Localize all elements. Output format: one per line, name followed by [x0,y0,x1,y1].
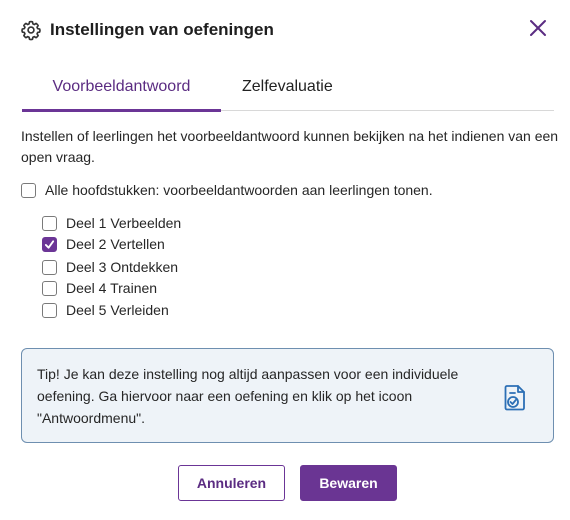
tab-zelfevaluatie[interactable]: Zelfevaluatie [242,78,333,109]
close-icon[interactable] [526,16,550,40]
chapter-checkbox[interactable] [42,259,57,275]
dialog-title: Instellingen van oefeningen [50,20,274,39]
all-chapters-checkbox-row[interactable]: Alle hoofdstukken: voorbeeldantwoorden a… [21,182,433,198]
chapter-label: Deel 2 Vertellen [66,236,165,252]
chapter-checkbox-row[interactable]: Deel 5 Verleiden [42,302,169,318]
all-chapters-label: Alle hoofdstukken: voorbeeldantwoorden a… [45,182,433,198]
description-text: Instellen of leerlingen het voorbeeldant… [21,128,559,165]
chapter-checkbox[interactable] [42,302,57,318]
chapter-checkbox-row[interactable]: Deel 4 Trainen [42,280,157,296]
settings-dialog: Instellingen van oefeningen Voorbeeldant… [0,0,570,520]
dialog-header: Instellingen van oefeningen [20,16,554,44]
tab-bar: Voorbeeldantwoord Zelfevaluatie [22,72,554,112]
chapter-checkbox[interactable] [42,215,57,231]
gear-icon [20,19,42,41]
answer-menu-icon [501,382,529,412]
chapter-checkbox-row[interactable]: Deel 1 Verbeelden [42,215,181,231]
chapter-label: Deel 5 Verleiden [66,302,169,318]
chapter-checkbox[interactable] [42,236,57,252]
chapter-checkbox-row[interactable]: Deel 3 Ontdekken [42,259,178,275]
chapter-label: Deel 1 Verbeelden [66,215,182,231]
all-chapters-checkbox[interactable] [21,182,36,198]
tip-text: Tip! Je kan deze instelling nog altijd a… [37,366,459,426]
cancel-button[interactable]: Annuleren [178,465,285,501]
tip-box: Tip! Je kan deze instelling nog altijd a… [21,348,554,443]
chapter-label: Deel 4 Trainen [66,280,158,296]
save-button[interactable]: Bewaren [300,465,397,501]
checkmark-icon [44,239,55,249]
chapter-checkbox-row[interactable]: Deel 2 Vertellen [42,236,165,252]
tab-voorbeeldantwoord[interactable]: Voorbeeldantwoord [22,78,221,112]
chapter-checkbox[interactable] [42,280,57,296]
chapter-label: Deel 3 Ontdekken [66,259,179,275]
